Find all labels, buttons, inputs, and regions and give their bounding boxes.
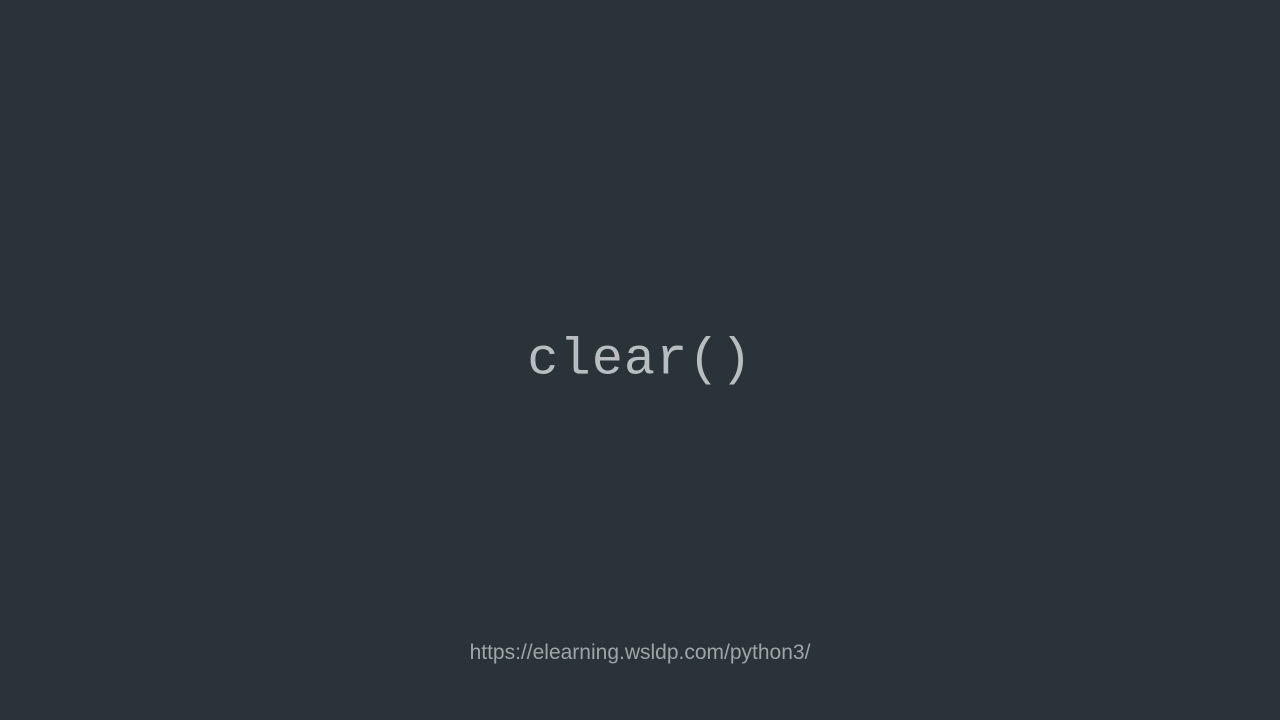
slide-title: clear() — [527, 331, 752, 390]
footer-url-text: https://elearning.wsldp.com/python3/ — [470, 641, 811, 665]
